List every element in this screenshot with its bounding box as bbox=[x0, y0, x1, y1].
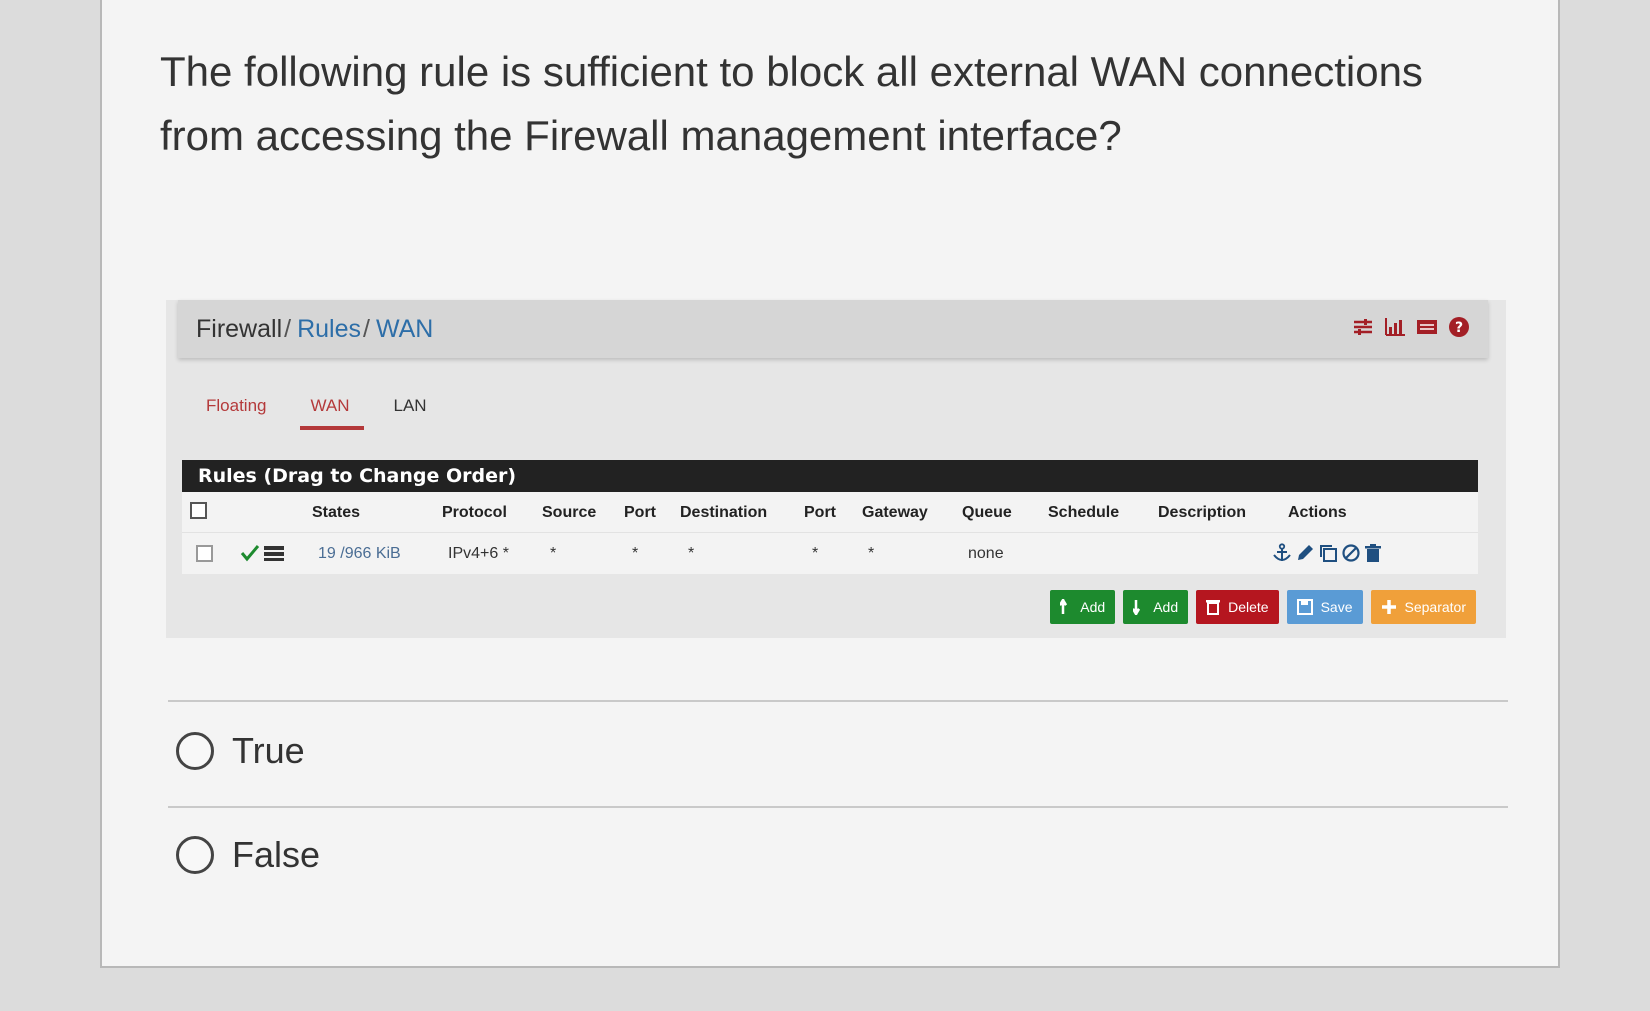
rule-source: * bbox=[550, 545, 557, 562]
delete-button[interactable]: Delete bbox=[1196, 590, 1279, 624]
answer-label-false: False bbox=[232, 834, 321, 875]
rules-table: Rules (Drag to Change Order) States Prot… bbox=[182, 460, 1478, 574]
tab-wan[interactable]: WAN bbox=[288, 392, 371, 430]
firewall-screenshot: Firewall / Rules / WAN ? Floating WAN LA… bbox=[166, 300, 1506, 638]
plus-icon bbox=[1381, 600, 1396, 614]
separator-label: Separator bbox=[1404, 599, 1466, 615]
help-icon[interactable]: ? bbox=[1448, 316, 1470, 338]
rule-queue: none bbox=[968, 545, 1004, 562]
rules-table-title: Rules (Drag to Change Order) bbox=[182, 460, 1478, 492]
answer-divider bbox=[168, 806, 1508, 808]
rule-protocol: IPv4+6 * bbox=[448, 545, 509, 562]
add-rule-bottom-button[interactable]: Add bbox=[1123, 590, 1189, 624]
separator-button[interactable]: Separator bbox=[1370, 590, 1476, 624]
arrow-down-icon bbox=[1133, 600, 1141, 615]
rule-destination: * bbox=[688, 545, 695, 562]
column-destination-port: Port bbox=[804, 504, 836, 521]
disable-icon[interactable] bbox=[1341, 543, 1361, 563]
radio-true[interactable] bbox=[176, 732, 214, 770]
column-actions: Actions bbox=[1288, 504, 1347, 521]
save-button[interactable]: Save bbox=[1286, 590, 1363, 624]
sliders-icon[interactable] bbox=[1352, 316, 1374, 338]
floppy-disk-icon bbox=[1296, 599, 1313, 615]
pass-check-icon bbox=[240, 545, 284, 562]
save-label: Save bbox=[1320, 599, 1353, 615]
add-bottom-label: Add bbox=[1153, 599, 1179, 615]
column-source: Source bbox=[542, 504, 597, 521]
breadcrumb-separator: / bbox=[284, 314, 292, 343]
rule-gateway: * bbox=[868, 545, 875, 562]
breadcrumb-icons: ? bbox=[1352, 316, 1470, 338]
column-description: Description bbox=[1158, 504, 1247, 521]
answer-option-false[interactable]: False bbox=[176, 834, 320, 876]
column-states: States bbox=[312, 504, 361, 521]
row-checkbox[interactable] bbox=[196, 545, 213, 562]
copy-icon[interactable] bbox=[1318, 543, 1338, 563]
column-destination: Destination bbox=[680, 504, 768, 521]
column-schedule: Schedule bbox=[1048, 504, 1120, 521]
bar-chart-icon[interactable] bbox=[1384, 316, 1406, 338]
rule-actions bbox=[1272, 543, 1382, 563]
svg-text:?: ? bbox=[1455, 320, 1463, 336]
rule-tabs: Floating WAN LAN bbox=[184, 392, 449, 430]
column-gateway: Gateway bbox=[862, 504, 928, 521]
column-queue: Queue bbox=[962, 504, 1012, 521]
answer-divider bbox=[168, 700, 1508, 702]
breadcrumb: Firewall / Rules / WAN ? bbox=[178, 300, 1488, 358]
question-text: The following rule is sufficient to bloc… bbox=[160, 48, 1423, 159]
column-protocol: Protocol bbox=[442, 504, 507, 521]
trash-icon bbox=[1206, 600, 1221, 615]
rules-table-header: States Protocol Source Port Destination … bbox=[182, 492, 1478, 532]
question-card: The following rule is sufficient to bloc… bbox=[100, 0, 1560, 968]
radio-false[interactable] bbox=[176, 836, 214, 874]
breadcrumb-separator: / bbox=[363, 314, 370, 343]
tab-floating[interactable]: Floating bbox=[184, 392, 288, 430]
add-top-label: Add bbox=[1080, 599, 1106, 615]
answer-option-true[interactable]: True bbox=[176, 730, 305, 772]
rule-source-port: * bbox=[632, 545, 639, 562]
rule-buttons: Add Add Delete Save Separator bbox=[1050, 590, 1476, 624]
select-all-checkbox[interactable] bbox=[190, 502, 207, 519]
table-row[interactable]: 19 /966 KiB IPv4+6 * * * * * * none bbox=[182, 532, 1478, 574]
add-rule-top-button[interactable]: Add bbox=[1050, 590, 1116, 624]
rule-states[interactable]: 19 /966 KiB bbox=[318, 545, 401, 563]
anchor-icon[interactable] bbox=[1272, 543, 1292, 563]
rule-destination-port: * bbox=[812, 545, 819, 562]
arrow-up-icon bbox=[1060, 599, 1068, 614]
breadcrumb-wan[interactable]: WAN bbox=[376, 315, 433, 344]
edit-pencil-icon[interactable] bbox=[1295, 543, 1315, 563]
delete-label: Delete bbox=[1228, 599, 1269, 615]
column-source-port: Port bbox=[624, 504, 656, 521]
breadcrumb-rules[interactable]: Rules bbox=[297, 315, 361, 344]
trash-icon[interactable] bbox=[1364, 543, 1382, 563]
tab-lan[interactable]: LAN bbox=[372, 392, 449, 430]
breadcrumb-firewall: Firewall bbox=[196, 314, 283, 343]
list-icon[interactable] bbox=[1416, 316, 1438, 338]
answer-label-true: True bbox=[232, 730, 305, 771]
